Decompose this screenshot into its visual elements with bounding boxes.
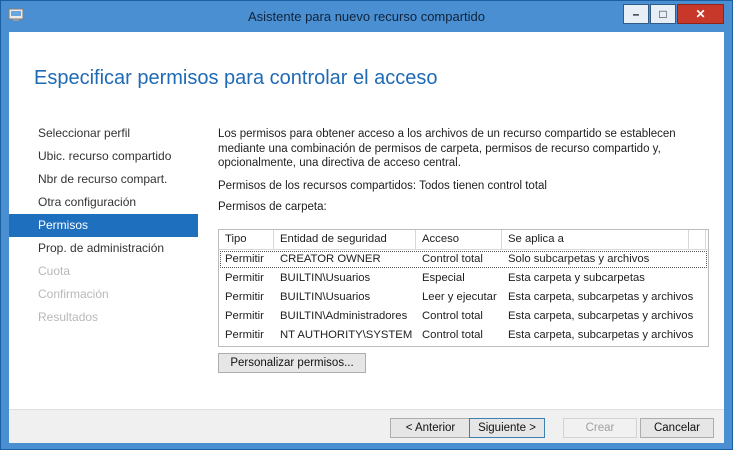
column-header-entidad[interactable]: Entidad de seguridad [274, 230, 416, 249]
table-row[interactable]: Permitir BUILTIN\Administradores Control t… [219, 307, 708, 326]
cell-entidad: NT AUTHORITY\SYSTEM [280, 329, 413, 341]
cell-tipo: Permitir [225, 272, 264, 284]
cell-aplica: Esta carpeta, subcarpetas y archivos [508, 310, 694, 322]
close-button[interactable]: ✕ [677, 4, 724, 24]
column-header-aplica[interactable]: Se aplica a [502, 230, 689, 249]
cancel-button[interactable]: Cancelar [640, 418, 714, 438]
column-header-spacer [689, 230, 706, 249]
cell-tipo: Permitir [225, 310, 264, 322]
wizard-body: Especificar permisos para controlar el a… [9, 32, 724, 443]
wizard-steps-nav: Seleccionar perfil Ubic. recurso comparti… [9, 122, 198, 329]
nav-item-2[interactable]: Nbr de recurso compart. [9, 168, 198, 191]
previous-button[interactable]: < Anterior [390, 418, 471, 438]
nav-item-5[interactable]: Prop. de administración [9, 237, 198, 260]
cell-aplica: Esta carpeta, subcarpetas y archivos [508, 329, 694, 341]
wizard-footer: < Anterior Siguiente > Crear Cancelar [9, 409, 724, 443]
title-bar[interactable]: Asistente para nuevo recurso compartido … [1, 1, 732, 31]
cell-entidad: BUILTIN\Usuarios [280, 291, 371, 303]
permissions-description: Los permisos para obtener acceso a los a… [218, 128, 676, 169]
table-row[interactable]: Permitir BUILTIN\Usuarios Leer y ejecutar E… [219, 288, 708, 307]
cell-entidad: CREATOR OWNER [280, 253, 381, 265]
nav-item-4[interactable]: Permisos [9, 214, 198, 237]
wizard-window: Asistente para nuevo recurso compartido … [0, 0, 733, 450]
table-rows: Permitir CREATOR OWNER Control total Solo s… [219, 250, 708, 345]
maximize-button[interactable]: □ [650, 4, 676, 24]
nav-item-3[interactable]: Otra configuración [9, 191, 198, 214]
permissions-panel: Los permisos para obtener acceso a los a… [218, 127, 708, 213]
nav-item-7: Confirmación [38, 287, 109, 301]
folder-permissions-label: Permisos de carpeta: [218, 200, 327, 213]
next-button[interactable]: Siguiente > [469, 418, 545, 438]
cell-aplica: Esta carpeta y subcarpetas [508, 272, 645, 284]
cell-acceso: Control total [422, 329, 483, 341]
table-row[interactable]: Permitir BUILTIN\Usuarios Especial Esta car… [219, 269, 708, 288]
cell-entidad: BUILTIN\Usuarios [280, 272, 371, 284]
cell-acceso: Control total [422, 310, 483, 322]
table-row[interactable]: Permitir CREATOR OWNER Control total Solo s… [219, 250, 708, 269]
cell-aplica: Solo subcarpetas y archivos [508, 253, 650, 265]
page-title: Especificar permisos para controlar el a… [34, 67, 438, 89]
share-permissions-text: Permisos de los recursos compartidos: To… [218, 179, 547, 192]
column-header-tipo[interactable]: Tipo [219, 230, 274, 249]
create-button[interactable]: Crear [563, 418, 637, 438]
customize-permissions-button[interactable]: Personalizar permisos... [218, 353, 366, 373]
minimize-button[interactable]: – [623, 4, 649, 24]
cell-aplica: Esta carpeta, subcarpetas y archivos [508, 291, 694, 303]
nav-item-8: Resultados [38, 310, 99, 324]
table-header: Tipo Entidad de seguridad Acceso Se apli… [219, 230, 708, 250]
column-header-acceso[interactable]: Acceso [416, 230, 502, 249]
nav-item-0[interactable]: Seleccionar perfil [9, 122, 198, 145]
nav-item-6: Cuota [38, 264, 71, 278]
cell-acceso: Leer y ejecutar [422, 291, 497, 303]
cell-tipo: Permitir [225, 291, 264, 303]
cell-tipo: Permitir [225, 253, 264, 265]
nav-item-1[interactable]: Ubic. recurso compartido [9, 145, 198, 168]
folder-permissions-table[interactable]: Tipo Entidad de seguridad Acceso Se apli… [218, 229, 709, 347]
cell-tipo: Permitir [225, 329, 264, 341]
cell-acceso: Especial [422, 272, 465, 284]
cell-entidad: BUILTIN\Administradores [280, 310, 408, 322]
table-row[interactable]: Permitir NT AUTHORITY\SYSTEM Control total… [219, 326, 708, 345]
cell-acceso: Control total [422, 253, 483, 265]
